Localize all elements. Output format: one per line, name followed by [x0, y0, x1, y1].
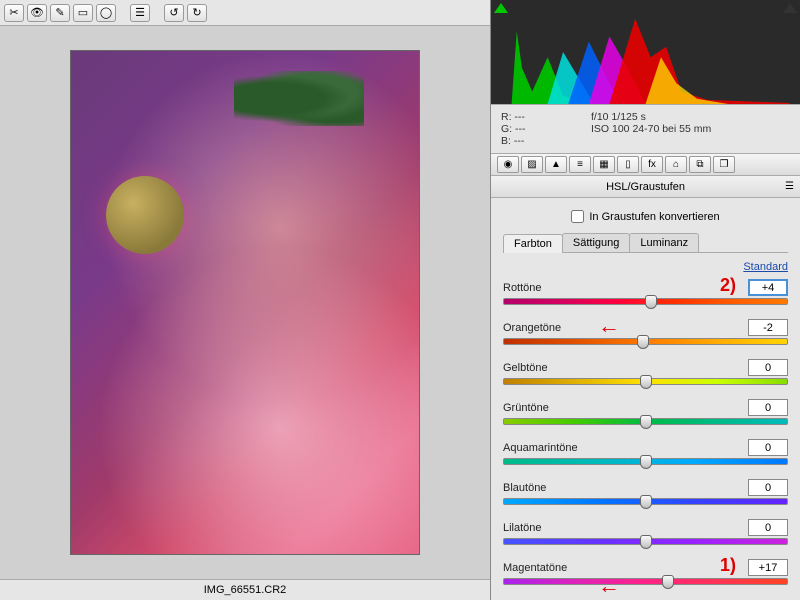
annotation-2: 2): [720, 275, 736, 296]
label-orange: Orangetöne: [503, 322, 561, 334]
arrow-1: ←: [598, 573, 620, 599]
tab-farbton[interactable]: Farbton: [503, 234, 563, 253]
brush-icon[interactable]: ✎: [50, 4, 70, 22]
panel-title: HSL/Graustufen: [606, 181, 685, 193]
label-rot: Rottöne: [503, 282, 542, 294]
panel-header: HSL/Graustufen ☰: [491, 176, 800, 198]
slider-orange[interactable]: [503, 338, 788, 345]
curve-panel-icon[interactable]: ▨: [521, 156, 543, 173]
slider-gruen[interactable]: [503, 418, 788, 425]
readout-r: R: ---: [501, 111, 591, 123]
exif-readout: R: --- G: --- B: --- f/10 1/125 s ISO 10…: [491, 105, 800, 154]
standard-link[interactable]: Standard: [503, 261, 788, 273]
grayscale-label: In Graustufen konvertieren: [589, 211, 719, 223]
photo-canvas: [70, 50, 420, 555]
panel-menu-icon[interactable]: ☰: [785, 181, 794, 192]
rotate-ccw-icon[interactable]: ↺: [164, 4, 184, 22]
value-magenta[interactable]: [748, 559, 788, 576]
filename-label: IMG_66551.CR2: [0, 579, 490, 600]
value-gelb[interactable]: [748, 359, 788, 376]
tab-saettigung[interactable]: Sättigung: [562, 233, 630, 252]
label-magenta: Magentatöne: [503, 562, 567, 574]
lens-panel-icon[interactable]: ▯: [617, 156, 639, 173]
slider-rot[interactable]: [503, 298, 788, 305]
slider-blau[interactable]: [503, 498, 788, 505]
label-gelb: Gelbtöne: [503, 362, 548, 374]
camera-panel-icon[interactable]: ⌂: [665, 156, 687, 173]
presets-panel-icon[interactable]: ⧉: [689, 156, 711, 173]
list-icon[interactable]: ☰: [130, 4, 150, 22]
arrow-2: ←: [598, 313, 620, 339]
split-panel-icon[interactable]: ▦: [593, 156, 615, 173]
detail-panel-icon[interactable]: ▲: [545, 156, 567, 173]
tab-luminanz[interactable]: Luminanz: [629, 233, 699, 252]
readout-iso-lens: ISO 100 24-70 bei 55 mm: [591, 123, 790, 135]
panel-tab-row: ◉ ▨ ▲ ≡ ▦ ▯ fx ⌂ ⧉ ❐: [491, 154, 800, 176]
value-orange[interactable]: [748, 319, 788, 336]
top-toolbar: ✂ 👁 ✎ ▭ ◯ ☰ ↺ ↻: [0, 0, 490, 26]
label-blau: Blautöne: [503, 482, 546, 494]
readout-g: G: ---: [501, 123, 591, 135]
ellipse-icon[interactable]: ◯: [96, 4, 116, 22]
slider-gelb[interactable]: [503, 378, 788, 385]
slider-lila[interactable]: [503, 538, 788, 545]
basic-panel-icon[interactable]: ◉: [497, 156, 519, 173]
histogram[interactable]: [491, 0, 800, 105]
label-aqua: Aquamarintöne: [503, 442, 578, 454]
image-preview[interactable]: [0, 26, 490, 579]
value-lila[interactable]: [748, 519, 788, 536]
value-rot[interactable]: [748, 279, 788, 296]
readout-exposure: f/10 1/125 s: [591, 111, 790, 123]
snapshots-panel-icon[interactable]: ❐: [713, 156, 735, 173]
fx-panel-icon[interactable]: fx: [641, 156, 663, 173]
rect-icon[interactable]: ▭: [73, 4, 93, 22]
readout-b: B: ---: [501, 135, 591, 147]
hsl-panel-icon[interactable]: ≡: [569, 156, 591, 173]
value-blau[interactable]: [748, 479, 788, 496]
slider-aqua[interactable]: [503, 458, 788, 465]
value-aqua[interactable]: [748, 439, 788, 456]
value-gruen[interactable]: [748, 399, 788, 416]
slider-magenta[interactable]: [503, 578, 788, 585]
rotate-cw-icon[interactable]: ↻: [187, 4, 207, 22]
grayscale-checkbox[interactable]: [571, 210, 584, 223]
eyedropper-icon[interactable]: 👁: [27, 4, 47, 22]
annotation-1: 1): [720, 555, 736, 576]
label-lila: Lilatöne: [503, 522, 542, 534]
crop-tool-icon[interactable]: ✂: [4, 4, 24, 22]
label-gruen: Grüntöne: [503, 402, 549, 414]
